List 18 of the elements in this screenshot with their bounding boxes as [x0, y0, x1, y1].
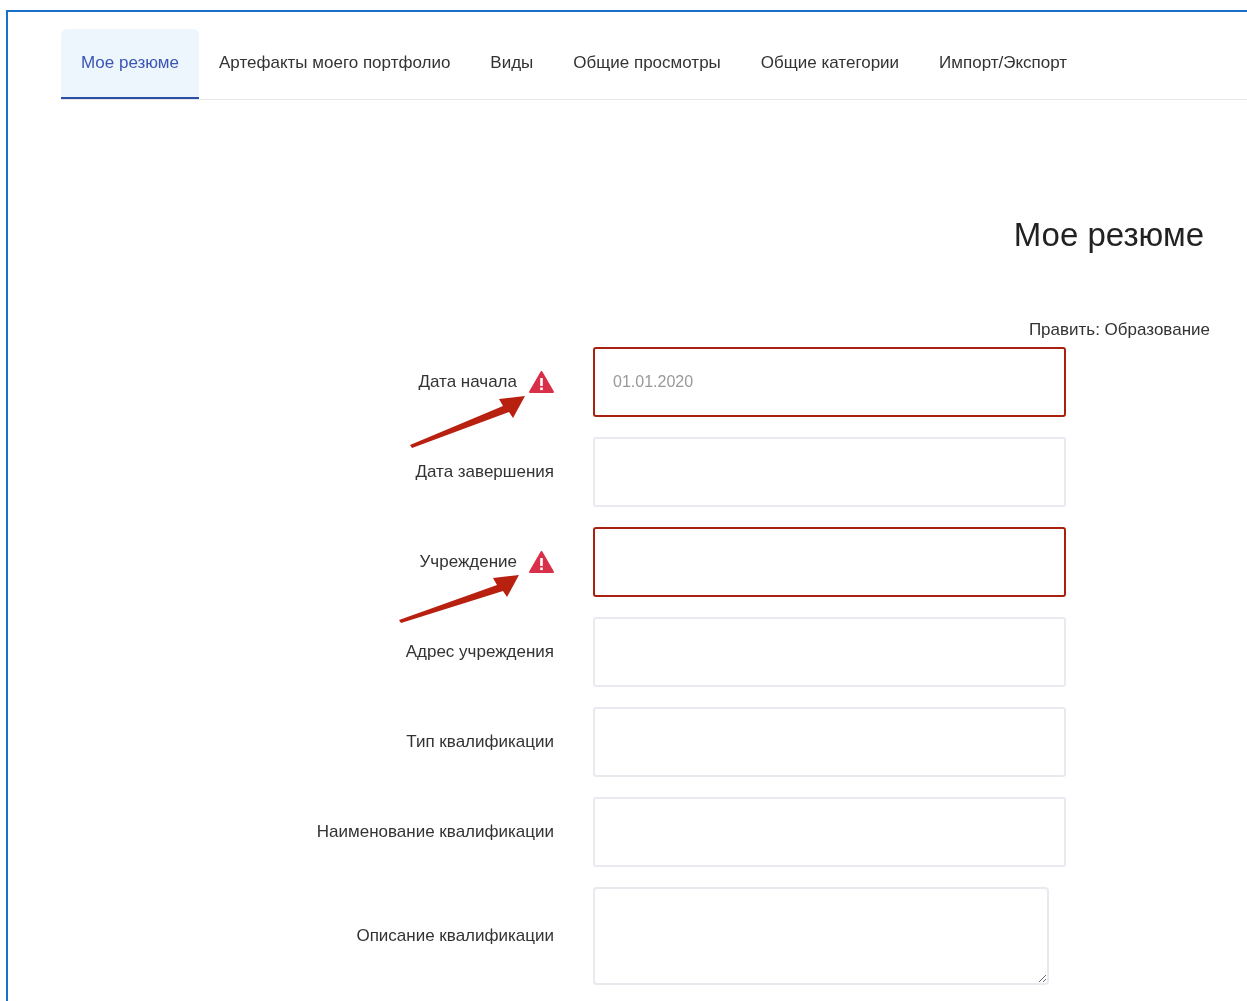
field-label: Дата завершения: [415, 461, 554, 484]
tab[interactable]: Импорт/Экспорт: [919, 29, 1088, 99]
tab[interactable]: Артефакты моего портфолио: [199, 29, 471, 99]
section-title: Править: Образование: [1028, 318, 1210, 341]
tab[interactable]: Виды: [470, 29, 554, 99]
field-label: Дата начала: [418, 371, 517, 394]
field-label: Учреждение: [419, 551, 517, 574]
tab[interactable]: Мое резюме: [61, 29, 199, 99]
field-label: Адрес учреждения: [405, 641, 554, 664]
page-title: Мое резюме: [1013, 215, 1204, 255]
field-label: Наименование квалификации: [316, 821, 554, 844]
input-field[interactable]: 01.01.2020: [593, 347, 1066, 417]
tab[interactable]: Общие категории: [740, 29, 920, 99]
tab[interactable]: Общие просмотры: [553, 29, 741, 99]
field-label: Описание квалификации: [356, 925, 554, 948]
input-field[interactable]: [593, 527, 1066, 597]
text-area[interactable]: [593, 887, 1049, 985]
field-label: Тип квалификации: [406, 731, 554, 754]
